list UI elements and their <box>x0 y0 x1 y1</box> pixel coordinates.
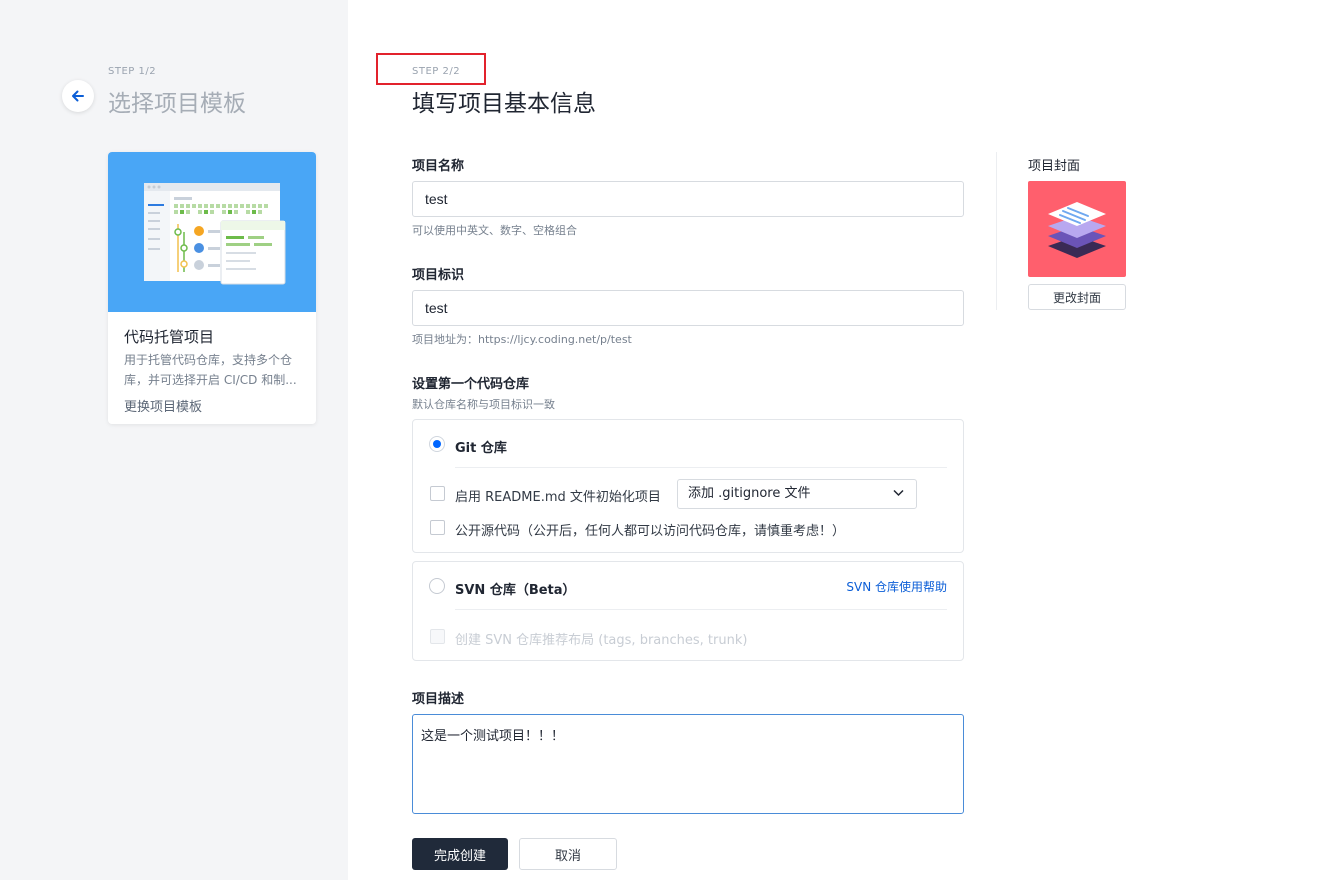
project-url-hint: 项目地址为：https://ljcy.coding.net/p/test <box>412 333 632 346</box>
git-repo-title: Git 仓库 <box>455 441 507 456</box>
svn-radio[interactable] <box>429 578 445 594</box>
template-sidebar: STEP 1/2 选择项目模板 代码托管项目 用于托管代码仓库，支持多个仓库，并… <box>0 0 348 880</box>
gitignore-select-value: 添加 .gitignore 文件 <box>688 486 811 501</box>
arrow-left-icon <box>72 90 84 102</box>
gitignore-select[interactable]: 添加 .gitignore 文件 <box>677 479 917 509</box>
chevron-down-icon <box>893 489 904 497</box>
layers-icon <box>1048 202 1106 258</box>
cancel-button[interactable]: 取消 <box>519 838 617 870</box>
repo-section-label: 设置第一个代码仓库 <box>412 377 530 392</box>
template-illustration <box>108 152 316 312</box>
git-repo-option[interactable]: Git 仓库 启用 README.md 文件初始化项目 添加 .gitignor… <box>412 419 964 553</box>
project-id-input[interactable] <box>412 290 964 326</box>
back-button[interactable] <box>62 80 94 112</box>
svn-repo-option[interactable]: SVN 仓库（Beta） SVN 仓库使用帮助 创建 SVN 仓库推荐布局 (t… <box>412 561 964 661</box>
git-radio[interactable] <box>429 436 445 452</box>
public-source-checkbox[interactable] <box>430 520 445 535</box>
step-indicator: STEP 2/2 <box>412 66 461 77</box>
project-id-label: 项目标识 <box>412 268 465 283</box>
svn-repo-title: SVN 仓库（Beta） <box>455 583 576 598</box>
description-textarea[interactable]: 这是一个测试项目！！！ <box>412 714 964 814</box>
template-name: 代码托管项目 <box>124 328 215 346</box>
svn-layout-label: 创建 SVN 仓库推荐布局 (tags, branches, trunk) <box>455 633 748 648</box>
cover-label: 项目封面 <box>1028 159 1081 174</box>
page-title: 填写项目基本信息 <box>412 91 596 117</box>
change-template-link[interactable]: 更换项目模板 <box>124 396 202 415</box>
project-name-label: 项目名称 <box>412 159 465 174</box>
readme-checkbox[interactable] <box>430 486 445 501</box>
svn-layout-checkbox[interactable] <box>430 629 445 644</box>
project-name-input[interactable] <box>412 181 964 217</box>
project-cover-image[interactable] <box>1028 181 1126 277</box>
template-description: 用于托管代码仓库，支持多个仓库，并可选择开启 CI/CD 和制... <box>124 353 297 387</box>
template-card: 代码托管项目 用于托管代码仓库，支持多个仓库，并可选择开启 CI/CD 和制..… <box>108 152 316 424</box>
svn-divider <box>455 609 947 610</box>
sidebar-title: 选择项目模板 <box>108 91 246 117</box>
public-source-label: 公开源代码（公开后，任何人都可以访问代码仓库，请慎重考虑！） <box>455 524 846 539</box>
description-label: 项目描述 <box>412 692 465 707</box>
svn-help-link[interactable]: SVN 仓库使用帮助 <box>846 578 947 595</box>
cover-divider <box>996 152 997 310</box>
change-cover-button[interactable]: 更改封面 <box>1028 284 1126 310</box>
create-button[interactable]: 完成创建 <box>412 838 508 870</box>
project-name-hint: 可以使用中英文、数字、空格组合 <box>412 224 577 237</box>
sidebar-step-indicator: STEP 1/2 <box>108 66 157 77</box>
git-divider <box>455 467 947 468</box>
repo-section-hint: 默认仓库名称与项目标识一致 <box>412 398 555 411</box>
readme-option-label: 启用 README.md 文件初始化项目 <box>455 490 661 505</box>
